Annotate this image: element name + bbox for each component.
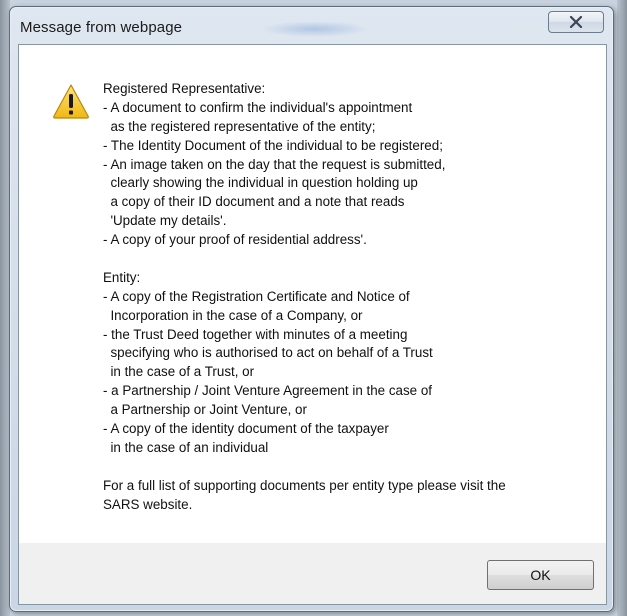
message-dialog: Message from webpage Registered Represen… [9, 6, 614, 612]
message-line: a copy of their ID document and a note t… [103, 194, 405, 210]
message-line: For a full list of supporting documents … [103, 477, 506, 493]
dialog-title: Message from webpage [20, 19, 183, 36]
message-line: Registered Representative: [103, 81, 266, 96]
title-bar-glow [260, 21, 370, 37]
dialog-footer: OK [19, 543, 606, 604]
message-line: in the case of a Trust, or [103, 364, 255, 380]
message-line: - A copy of your proof of residential ad… [103, 232, 367, 248]
close-button[interactable] [548, 11, 604, 33]
message-line: - a Partnership / Joint Venture Agreemen… [103, 383, 433, 399]
warning-triangle-icon [53, 84, 89, 119]
message-line: - The Identity Document of the individua… [103, 137, 443, 153]
background-window-right-edge [617, 0, 627, 616]
message-line: Entity: [103, 269, 141, 285]
message-line [103, 458, 583, 477]
title-bar[interactable]: Message from webpage [10, 7, 613, 45]
message-line: - An image taken on the day that the req… [103, 156, 446, 172]
message-line: - A document to confirm the individual's… [103, 99, 413, 115]
dialog-content: Registered Representative: - A document t… [18, 44, 607, 605]
message-line: - the Trust Deed together with minutes o… [103, 326, 408, 342]
message-line: Incorporation in the case of a Company, … [103, 307, 363, 323]
message-line: - A copy of the Registration Certificate… [103, 288, 410, 304]
ok-button[interactable]: OK [487, 560, 594, 590]
message-line [103, 250, 583, 269]
message-line: a Partnership or Joint Venture, or [103, 402, 307, 418]
message-line: 'Update my details'. [103, 213, 227, 229]
message-line: specifying who is authorised to act on b… [103, 345, 433, 361]
message-line: in the case of an individual [103, 439, 269, 455]
close-x-icon [569, 16, 583, 28]
message-text: Registered Representative: - A document t… [103, 80, 583, 514]
message-line: - A copy of the identity document of the… [103, 421, 389, 437]
message-line: as the registered representative of the … [103, 118, 376, 134]
message-line: clearly showing the individual in questi… [103, 175, 418, 191]
message-line: SARS website. [103, 496, 193, 512]
